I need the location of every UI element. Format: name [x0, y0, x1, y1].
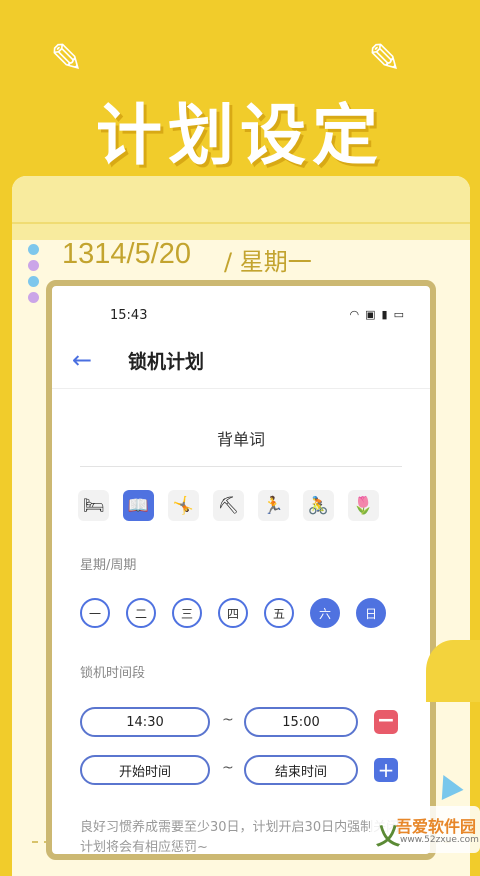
- end-time-picker-2[interactable]: 结束时间: [244, 755, 358, 785]
- start-time-picker-2[interactable]: 开始时间: [80, 755, 210, 785]
- splash-decoration-left: ✎: [50, 36, 84, 82]
- range-separator: ~: [222, 712, 234, 728]
- page-title: 锁机计划: [128, 351, 205, 373]
- start-time-picker-1[interactable]: 14:30: [80, 707, 210, 737]
- week-section-label: 星期/周期: [80, 558, 137, 573]
- weekday-toggle[interactable]: 五: [264, 598, 294, 628]
- binding-dot: [28, 260, 39, 271]
- notebook-band-line: [12, 222, 470, 224]
- book-icon[interactable]: 📖: [123, 490, 154, 521]
- habit-tip-text: 良好习惯养成需要至少30日，计划开启30日内强制关闭计划将会有相应惩罚~: [80, 820, 400, 855]
- battery-icon: ▭: [393, 308, 404, 321]
- notebook-band: [12, 176, 470, 240]
- activity-icon-row: 🛏 📖 🤸 ⛏ 🏃 🚴 🌷: [78, 490, 379, 521]
- corner-ribbon: [426, 640, 480, 702]
- plan-name-underline: [80, 466, 402, 467]
- weekday-toggle[interactable]: 一: [80, 598, 110, 628]
- app-bar: ← 锁机计划: [52, 332, 430, 389]
- work-icon[interactable]: ⛏: [213, 490, 244, 521]
- hd-icon: ▣: [365, 308, 376, 321]
- binding-dot: [28, 244, 39, 255]
- status-time: 15:43: [110, 308, 148, 323]
- watermark-title: 吾爱软件园: [396, 817, 477, 836]
- hero-banner: ✎ ✎ 计划设定: [0, 0, 480, 180]
- range-separator: ~: [222, 760, 234, 776]
- flower-icon[interactable]: 🌷: [348, 490, 379, 521]
- time-section-label: 锁机时间段: [80, 666, 146, 681]
- weekday-toggle[interactable]: 二: [126, 598, 156, 628]
- sleep-icon[interactable]: 🛏: [78, 490, 109, 521]
- weekday-toggle[interactable]: 三: [172, 598, 202, 628]
- binding-dot: [28, 276, 39, 287]
- watermark-url: www.52zxue.com: [400, 835, 479, 845]
- exercise-icon[interactable]: 🤸: [168, 490, 199, 521]
- weekday-toggle[interactable]: 六: [310, 598, 340, 628]
- binding-dot: [28, 292, 39, 303]
- weekday-selector: 一二三四五六日: [80, 598, 386, 628]
- back-arrow-icon[interactable]: ←: [72, 346, 92, 374]
- end-time-picker-1[interactable]: 15:00: [244, 707, 358, 737]
- wifi-icon: ◠: [349, 308, 360, 321]
- weekday-toggle[interactable]: 四: [218, 598, 248, 628]
- add-range-button[interactable]: +: [374, 758, 398, 782]
- status-icons: ◠ ▣ ▮ ▭: [350, 308, 404, 321]
- weekday-text: / 星期一: [224, 248, 312, 276]
- hero-title: 计划设定: [96, 97, 384, 174]
- date-text: 1314/5/20: [62, 238, 192, 270]
- signal-icon: ▮: [381, 308, 388, 321]
- weekday-toggle[interactable]: 日: [356, 598, 386, 628]
- notebook-binding-dots: [28, 244, 42, 308]
- run-icon[interactable]: 🏃: [258, 490, 289, 521]
- status-bar: 15:43 ◠ ▣ ▮ ▭: [52, 286, 430, 332]
- phone-screen: 15:43 ◠ ▣ ▮ ▭ ← 锁机计划 背单词 🛏 📖 🤸 ⛏ 🏃 🚴 🌷 星期/周期 一…: [46, 280, 436, 860]
- watermark: 乂 吾爱软件园 www.52zxue.com: [370, 806, 480, 853]
- remove-range-button[interactable]: −: [374, 710, 398, 734]
- splash-decoration-right: ✎: [368, 36, 402, 82]
- cycling-icon[interactable]: 🚴: [303, 490, 334, 521]
- plan-name-field[interactable]: 背单词: [52, 426, 430, 450]
